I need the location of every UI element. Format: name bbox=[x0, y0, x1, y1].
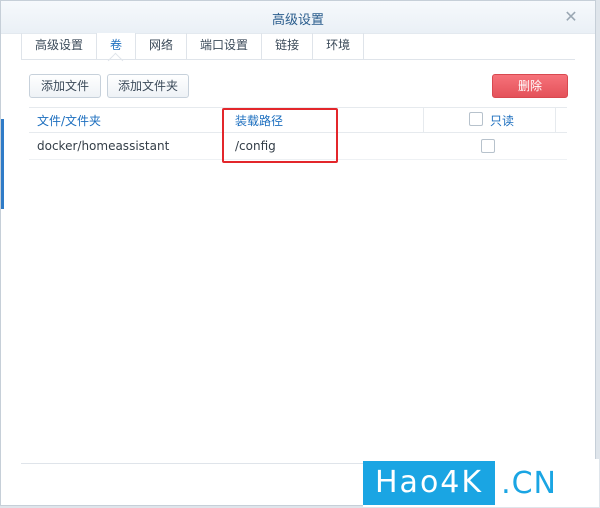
add-file-button[interactable]: 添加文件 bbox=[29, 74, 101, 98]
delete-button[interactable]: 删除 bbox=[492, 74, 568, 98]
tab-network[interactable]: 网络 bbox=[136, 33, 188, 59]
mount-path-highlight bbox=[222, 108, 338, 163]
dialog-window: 高级设置 ✕ 高级设置 卷 网络 端口设置 链接 环境 添加文件 添加文件夹 删… bbox=[0, 0, 599, 507]
watermark-logo: Hao4K .CN bbox=[363, 459, 599, 507]
window-edge-accent bbox=[1, 119, 4, 209]
tab-volume[interactable]: 卷 bbox=[97, 33, 137, 59]
close-icon[interactable]: ✕ bbox=[561, 7, 581, 27]
watermark-suffix-text: .CN bbox=[501, 465, 557, 501]
add-folder-button[interactable]: 添加文件夹 bbox=[107, 74, 189, 98]
cell-file: docker/homeassistant bbox=[37, 139, 170, 153]
tab-port-settings[interactable]: 端口设置 bbox=[187, 33, 263, 59]
readonly-checkbox[interactable] bbox=[481, 139, 495, 153]
column-header-file[interactable]: 文件/文件夹 bbox=[37, 112, 101, 129]
tab-advanced-settings[interactable]: 高级设置 bbox=[21, 33, 98, 59]
column-divider bbox=[555, 108, 556, 132]
column-header-readonly[interactable]: 只读 bbox=[490, 112, 514, 129]
column-divider bbox=[423, 108, 424, 132]
dialog-title: 高级设置 bbox=[271, 13, 324, 28]
tab-divider bbox=[21, 59, 575, 60]
title-bar: 高级设置 ✕ bbox=[1, 1, 595, 34]
tab-links[interactable]: 链接 bbox=[262, 33, 314, 59]
select-all-readonly-checkbox[interactable] bbox=[469, 112, 483, 126]
watermark-main-text: Hao4K bbox=[363, 461, 496, 505]
tab-environment[interactable]: 环境 bbox=[313, 33, 365, 59]
tab-bar: 高级设置 卷 网络 端口设置 链接 环境 bbox=[21, 33, 365, 59]
